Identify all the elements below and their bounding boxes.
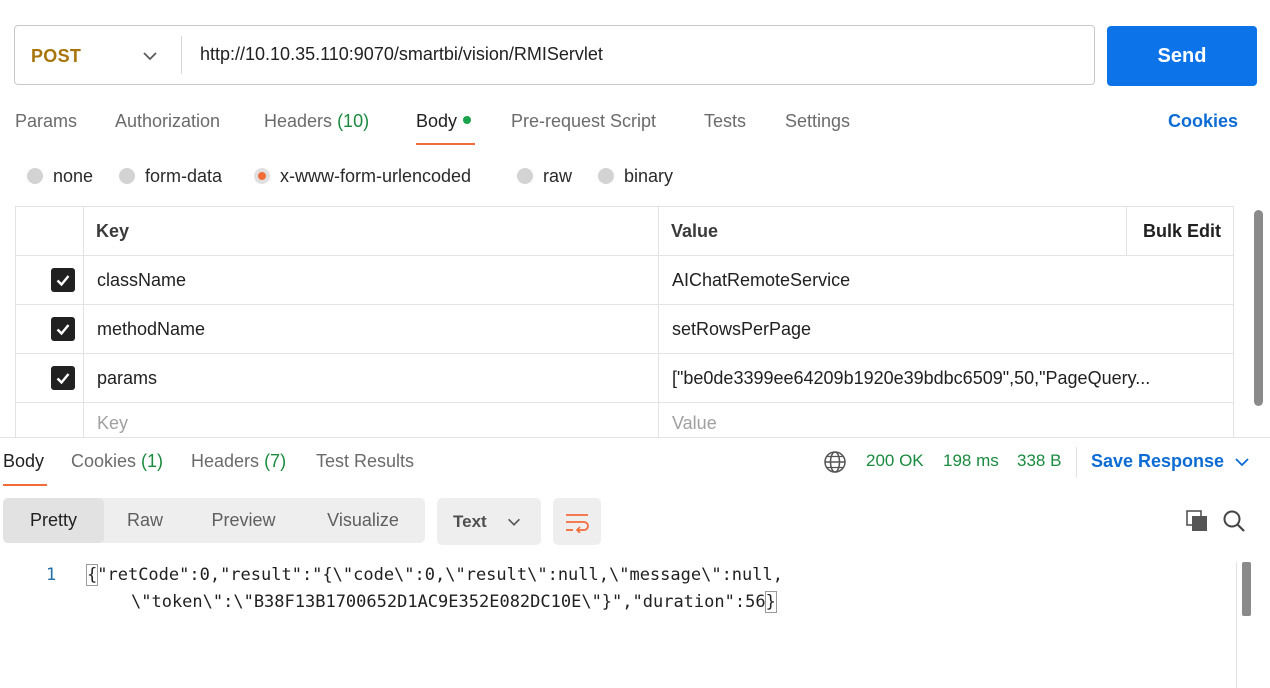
tab-settings[interactable]: Settings: [785, 111, 850, 132]
radio-circle: [517, 168, 533, 184]
table-row-empty: Key Value: [16, 403, 1234, 438]
response-tab-cookies[interactable]: Cookies (1): [71, 451, 163, 472]
view-pretty-button[interactable]: Pretty: [3, 498, 104, 543]
tab-prerequest-script[interactable]: Pre-request Script: [511, 111, 656, 132]
table-row: methodName setRowsPerPage: [16, 305, 1234, 354]
tab-params[interactable]: Params: [15, 111, 77, 132]
save-response-label: Save Response: [1091, 451, 1225, 471]
response-size[interactable]: 338 B: [1017, 451, 1061, 471]
checkbox-checked-icon: [51, 366, 75, 390]
radio-circle-selected: [254, 168, 270, 184]
column-header-value: Value: [671, 220, 719, 241]
param-value[interactable]: AIChatRemoteService: [672, 256, 850, 304]
view-visualize-button[interactable]: Visualize: [301, 498, 425, 543]
param-key[interactable]: params: [97, 354, 157, 402]
status-code[interactable]: 200 OK: [866, 451, 924, 471]
row-checkbox[interactable]: [51, 256, 75, 304]
wrap-lines-icon: [566, 513, 589, 533]
status-separator: [1076, 447, 1077, 477]
response-time[interactable]: 198 ms: [943, 451, 999, 471]
tab-headers-count: (10): [337, 111, 370, 131]
url-bar: POST http://10.10.35.110:9070/smartbi/vi…: [14, 25, 1095, 85]
view-mode-group: Pretty Raw Preview Visualize: [3, 498, 425, 543]
code-text: \"token\":\"B38F13B1700652D1AC9E352E082D…: [131, 592, 766, 612]
radio-raw[interactable]: raw: [517, 165, 572, 187]
tab-body[interactable]: Body: [416, 111, 472, 132]
radio-x-www-form-urlencoded[interactable]: x-www-form-urlencoded: [254, 165, 471, 187]
tab-authorization[interactable]: Authorization: [115, 111, 220, 132]
url-input[interactable]: http://10.10.35.110:9070/smartbi/vision/…: [200, 44, 603, 65]
active-tab-underline: [416, 143, 475, 145]
response-tab-cookies-count: (1): [141, 451, 164, 471]
code-text: "retCode":0,"result":"{\"code\":0,\"resu…: [97, 565, 783, 585]
chevron-down-icon: [507, 518, 520, 526]
brace-match: }: [764, 591, 777, 613]
column-header-key: Key: [96, 220, 130, 241]
wrap-lines-button[interactable]: [553, 498, 601, 545]
table-row: className AIChatRemoteService: [16, 256, 1234, 305]
method-select[interactable]: POST: [31, 46, 81, 67]
radio-label: binary: [624, 165, 674, 186]
tab-tests[interactable]: Tests: [704, 111, 746, 132]
param-key[interactable]: className: [97, 256, 186, 304]
radio-binary[interactable]: binary: [598, 165, 673, 187]
new-value-input[interactable]: Value: [672, 403, 717, 438]
body-indicator-dot: [463, 116, 472, 125]
table-header-row: Key Value Bulk Edit: [16, 207, 1234, 256]
format-select[interactable]: Text: [437, 498, 541, 545]
response-tab-body[interactable]: Body: [3, 451, 44, 472]
radio-label: raw: [543, 165, 573, 186]
pane-divider[interactable]: [0, 437, 1270, 438]
code-pane-border: [1236, 562, 1237, 688]
copy-icon[interactable]: [1185, 509, 1209, 533]
param-value[interactable]: setRowsPerPage: [672, 305, 811, 353]
param-value[interactable]: ["be0de3399ee64209b1920e39bdbc6509",50,"…: [672, 354, 1150, 402]
new-key-input[interactable]: Key: [97, 403, 128, 438]
row-checkbox[interactable]: [51, 305, 75, 353]
line-number: 1: [46, 565, 57, 585]
response-tab-headers-count: (7): [264, 451, 287, 471]
response-tab-cookies-label: Cookies: [71, 451, 137, 471]
tab-headers-label: Headers: [264, 111, 333, 131]
globe-icon[interactable]: [823, 450, 847, 474]
cookies-link[interactable]: Cookies: [1168, 111, 1238, 132]
response-active-tab-underline: [3, 484, 47, 486]
param-key[interactable]: methodName: [97, 305, 205, 353]
params-scrollbar[interactable]: [1254, 210, 1263, 406]
send-button[interactable]: Send: [1107, 26, 1257, 86]
chevron-down-icon[interactable]: [140, 46, 160, 66]
response-code-line-1-wrapped[interactable]: \"token\":\"B38F13B1700652D1AC9E352E082D…: [131, 591, 777, 613]
radio-form-data[interactable]: form-data: [119, 165, 222, 187]
view-preview-button[interactable]: Preview: [186, 498, 301, 543]
tab-body-label: Body: [416, 111, 458, 131]
brace-match: {: [85, 564, 99, 586]
radio-label: x-www-form-urlencoded: [280, 165, 472, 186]
url-separator: [181, 36, 182, 74]
view-raw-button[interactable]: Raw: [104, 498, 186, 543]
checkbox-checked-icon: [51, 268, 75, 292]
params-table: Key Value Bulk Edit className AIChatRemo…: [15, 206, 1234, 438]
radio-none[interactable]: none: [27, 165, 93, 187]
bulk-edit-button[interactable]: Bulk Edit: [1143, 207, 1221, 255]
radio-label: form-data: [145, 165, 223, 186]
radio-circle: [119, 168, 135, 184]
chevron-down-icon: [1235, 457, 1249, 466]
radio-label: none: [53, 165, 94, 186]
response-code-line-1[interactable]: {"retCode":0,"result":"{\"code\":0,\"res…: [85, 564, 783, 586]
tab-headers[interactable]: Headers (10): [264, 111, 369, 132]
save-response-button[interactable]: Save Response: [1091, 451, 1252, 472]
table-row: params ["be0de3399ee64209b1920e39bdbc650…: [16, 354, 1234, 403]
checkbox-checked-icon: [51, 317, 75, 341]
code-scrollbar[interactable]: [1242, 562, 1251, 616]
search-icon[interactable]: [1221, 508, 1247, 534]
row-checkbox[interactable]: [51, 354, 75, 402]
response-tab-headers-label: Headers: [191, 451, 260, 471]
radio-circle: [598, 168, 614, 184]
response-tab-test-results[interactable]: Test Results: [316, 451, 414, 472]
radio-circle: [27, 168, 43, 184]
format-label: Text: [453, 511, 487, 531]
response-tab-headers[interactable]: Headers (7): [191, 451, 286, 472]
